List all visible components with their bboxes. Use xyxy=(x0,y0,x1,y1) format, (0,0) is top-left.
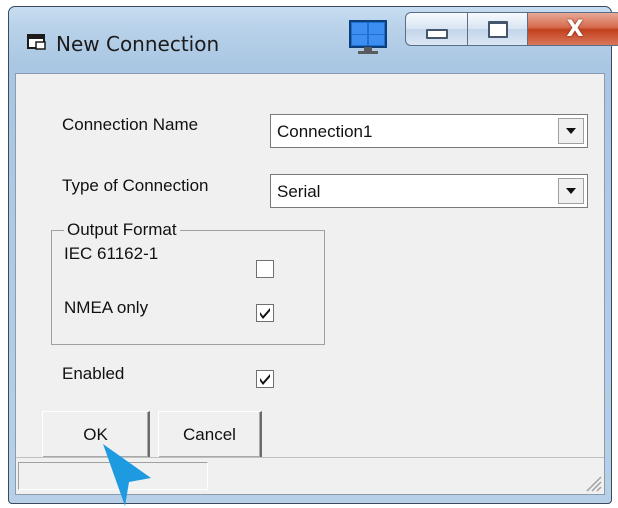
dialog-window: New Connection X Connection Name Connect… xyxy=(8,6,618,504)
output-format-title: Output Format xyxy=(64,220,180,240)
pointer-cursor-icon xyxy=(103,444,151,506)
connection-name-combobox[interactable]: Connection1 xyxy=(270,114,588,148)
resize-grip-icon[interactable] xyxy=(582,472,602,492)
monitor-icon[interactable] xyxy=(348,19,388,55)
minimize-button[interactable] xyxy=(405,12,467,46)
minimize-icon xyxy=(425,29,448,39)
window-icon xyxy=(27,34,46,50)
checkmark-icon xyxy=(260,308,270,319)
type-of-connection-combobox[interactable]: Serial xyxy=(270,174,588,208)
connection-name-dropdown-button[interactable] xyxy=(558,118,584,144)
type-of-connection-label: Type of Connection xyxy=(62,176,209,195)
window-title: New Connection xyxy=(56,32,220,56)
cancel-button[interactable]: Cancel xyxy=(158,411,262,459)
close-icon: X xyxy=(566,16,584,42)
checkmark-icon xyxy=(260,374,270,385)
nmea-only-label: NMEA only xyxy=(64,298,149,317)
connection-name-label: Connection Name xyxy=(62,115,199,134)
enabled-checkbox[interactable] xyxy=(256,370,274,388)
iec-61162-1-checkbox[interactable] xyxy=(256,260,274,278)
iec-61162-1-label: IEC 61162-1 xyxy=(64,244,159,263)
connection-name-value: Connection1 xyxy=(277,122,373,141)
dialog-client-area: Connection Name Connection1 Type of Conn… xyxy=(15,73,605,495)
nmea-only-checkbox[interactable] xyxy=(256,304,274,322)
title-bar[interactable]: New Connection X xyxy=(9,7,618,73)
chevron-down-icon xyxy=(566,188,576,194)
caption-buttons: X xyxy=(405,12,618,46)
type-of-connection-dropdown-button[interactable] xyxy=(558,178,584,204)
maximize-button[interactable] xyxy=(467,12,527,46)
chevron-down-icon xyxy=(566,128,576,134)
enabled-label: Enabled xyxy=(62,364,125,383)
close-button[interactable]: X xyxy=(527,12,618,46)
maximize-icon xyxy=(487,20,508,38)
type-of-connection-value: Serial xyxy=(277,182,321,201)
